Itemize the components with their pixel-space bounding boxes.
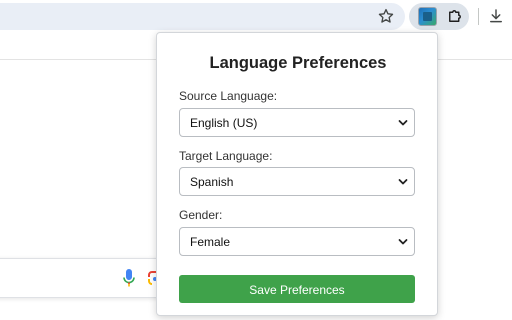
gender-select[interactable]: Female — [179, 227, 415, 256]
popup-title: Language Preferences — [209, 54, 387, 72]
save-preferences-button[interactable]: Save Preferences — [179, 275, 415, 303]
toolbar-separator — [478, 8, 479, 25]
source-language-label: Source Language: — [179, 89, 278, 103]
mic-icon[interactable] — [122, 268, 136, 288]
target-language-label: Target Language: — [179, 149, 273, 163]
target-language-value: Spanish — [190, 175, 234, 189]
chevron-down-icon — [398, 120, 408, 126]
star-icon[interactable] — [377, 7, 395, 25]
download-icon[interactable] — [487, 7, 505, 25]
address-bar[interactable] — [0, 3, 405, 30]
puzzle-icon[interactable] — [446, 7, 464, 25]
source-language-value: English (US) — [190, 116, 258, 130]
language-preferences-popup: Language Preferences Source Language: En… — [156, 32, 438, 316]
gender-value: Female — [190, 235, 231, 249]
browser-toolbar — [0, 0, 512, 34]
target-language-select[interactable]: Spanish — [179, 167, 415, 196]
browser-window: Language Preferences Source Language: En… — [0, 0, 512, 320]
chevron-down-icon — [398, 179, 408, 185]
source-language-select[interactable]: English (US) — [179, 108, 415, 137]
extension-icon[interactable] — [418, 7, 437, 26]
chevron-down-icon — [398, 239, 408, 245]
gender-label: Gender: — [179, 208, 223, 222]
